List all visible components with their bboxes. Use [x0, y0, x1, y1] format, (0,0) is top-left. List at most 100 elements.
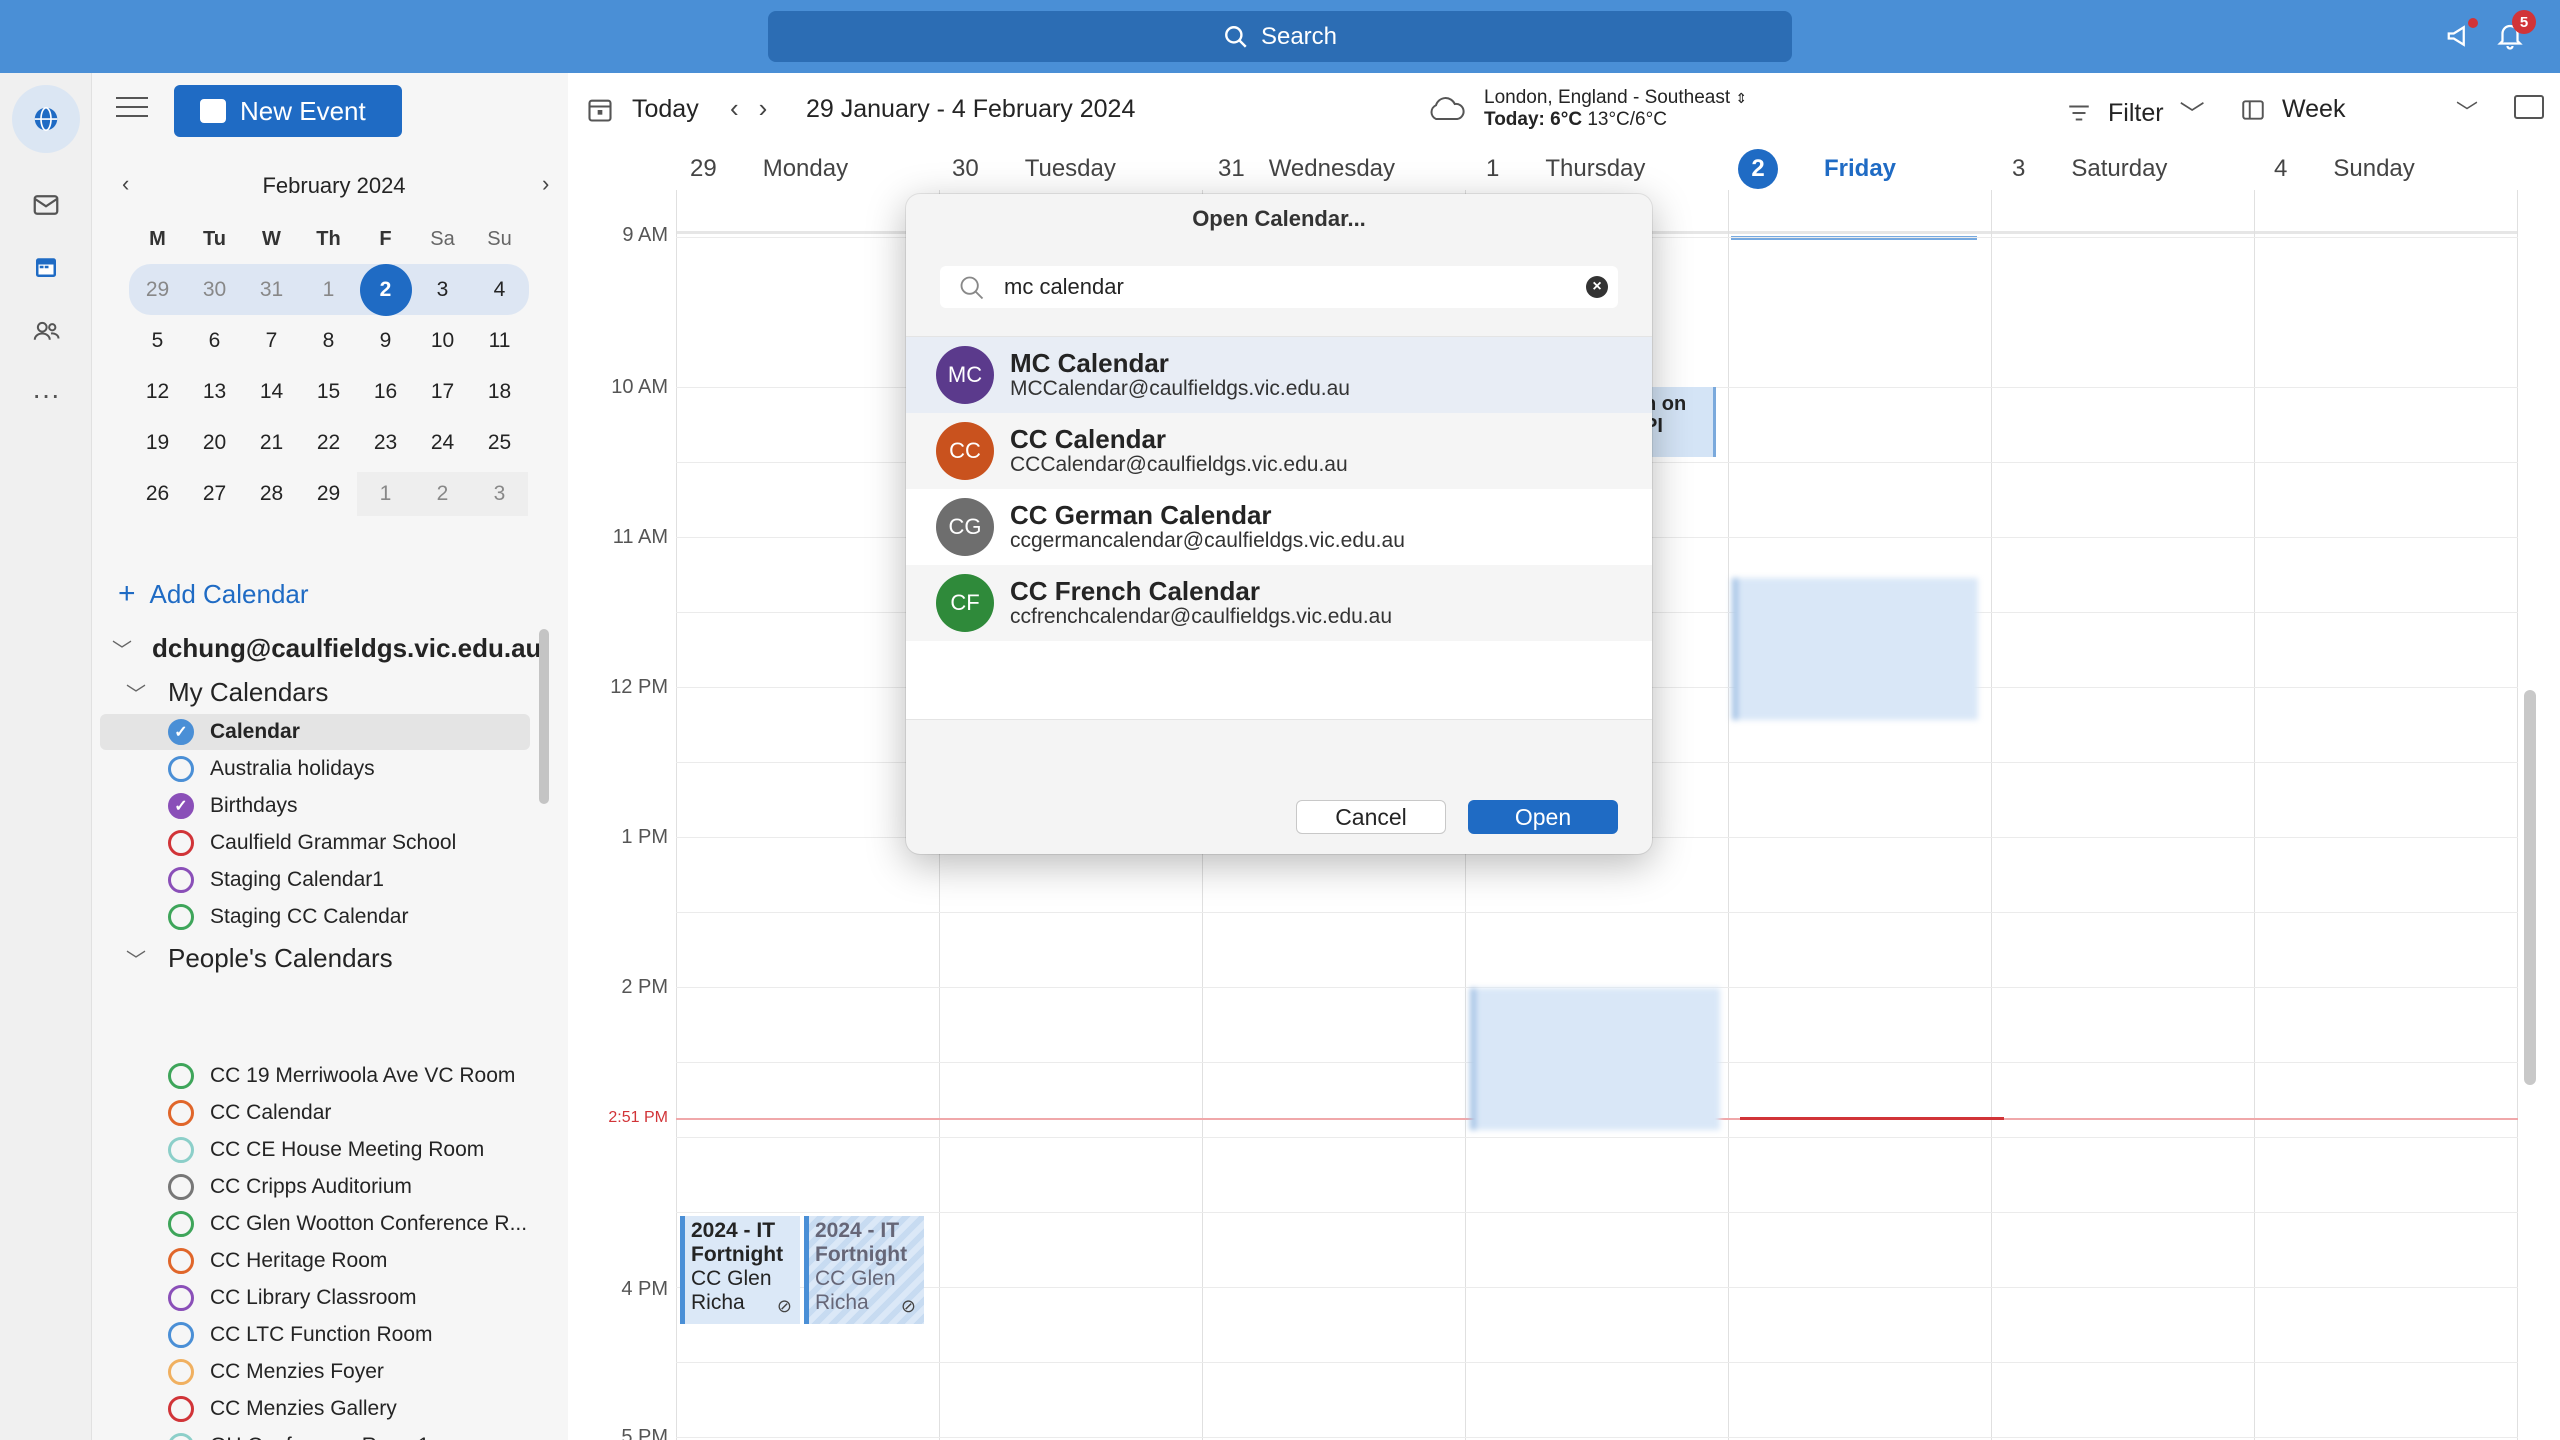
mini-day[interactable]: 21 [243, 421, 300, 465]
calendar-list-item[interactable]: ✓ Calendar [100, 714, 530, 750]
result-item[interactable]: MC MC Calendar MCCalendar@caulfieldgs.vic… [906, 337, 1652, 413]
mail-icon[interactable] [22, 181, 70, 229]
checked-circle-icon[interactable]: ✓ [168, 793, 194, 819]
mini-day[interactable]: 7 [243, 319, 300, 363]
mini-day[interactable]: 29 [300, 472, 357, 516]
today-button[interactable]: Today [586, 95, 699, 124]
globe-icon[interactable] [12, 85, 80, 153]
mini-day[interactable]: 2 [414, 471, 471, 516]
calendar-list-item[interactable]: CC Menzies Foyer [100, 1354, 530, 1390]
calendar-search-input[interactable]: mc calendar × [940, 266, 1618, 308]
circle-icon[interactable] [168, 1100, 194, 1126]
global-search-box[interactable]: Search [768, 11, 1792, 62]
mini-day[interactable]: 24 [414, 421, 471, 465]
circle-icon[interactable] [168, 1433, 194, 1440]
mini-day[interactable]: 9 [357, 319, 414, 363]
circle-icon[interactable] [168, 1285, 194, 1311]
checked-circle-icon[interactable]: ✓ [168, 719, 194, 745]
mini-day[interactable]: 18 [471, 370, 528, 414]
circle-icon[interactable] [168, 1137, 194, 1163]
circle-icon[interactable] [168, 1211, 194, 1237]
result-item[interactable]: CF CC French Calendar ccfrenchcalendar@ca… [906, 565, 1652, 641]
circle-icon[interactable] [168, 904, 194, 930]
mini-day[interactable]: 31 [243, 268, 300, 312]
day-header-tuesday[interactable]: 30 Tuesday [952, 148, 1116, 190]
my-calendars-group[interactable]: ﹀ My Calendars [126, 677, 328, 708]
grid-scrollbar[interactable] [2524, 690, 2536, 1085]
calendar-list-item[interactable]: Caulfield Grammar School [100, 825, 530, 861]
mini-day[interactable]: 10 [414, 319, 471, 363]
circle-icon[interactable] [168, 1174, 194, 1200]
clear-search-icon[interactable]: × [1586, 276, 1608, 298]
result-item[interactable]: CC CC Calendar CCCalendar@caulfieldgs.vic… [906, 413, 1652, 489]
peoples-calendars-group[interactable]: ﹀ People's Calendars [126, 943, 393, 974]
day-header-wednesday[interactable]: 31 Wednesday [1218, 148, 1395, 190]
mini-day[interactable]: 12 [129, 370, 186, 414]
mini-day[interactable]: 1 [300, 268, 357, 312]
mini-day[interactable]: 22 [300, 421, 357, 465]
calendar-list-item[interactable]: CC Heritage Room [100, 1243, 530, 1279]
circle-icon[interactable] [168, 1359, 194, 1385]
event-card[interactable]: 2024 - IT Fortnight CC Glen Richa ⊘ [804, 1216, 924, 1324]
day-header-friday[interactable]: 2 Friday [1738, 148, 1896, 190]
chevron-down-icon[interactable]: ﹀ [2456, 95, 2478, 127]
people-icon[interactable] [22, 307, 70, 355]
calendar-list-item[interactable]: Staging CC Calendar [100, 899, 530, 935]
cancel-button[interactable]: Cancel [1296, 800, 1446, 834]
announcement-icon[interactable] [2440, 16, 2480, 56]
mini-day[interactable]: 19 [129, 421, 186, 465]
open-button[interactable]: Open [1468, 800, 1618, 834]
more-apps-icon[interactable]: ··· [22, 371, 70, 419]
event-card-blurred[interactable] [1732, 578, 1978, 720]
mini-day[interactable]: 28 [243, 472, 300, 516]
circle-icon[interactable] [168, 830, 194, 856]
mini-day[interactable]: 16 [357, 370, 414, 414]
mini-day[interactable]: 14 [243, 370, 300, 414]
mini-day[interactable]: 13 [186, 370, 243, 414]
mini-day[interactable]: 4 [471, 268, 528, 312]
mini-day[interactable]: 6 [186, 319, 243, 363]
mini-day[interactable]: 23 [357, 421, 414, 465]
mini-day[interactable]: 3 [471, 471, 528, 516]
mini-day[interactable]: 27 [186, 472, 243, 516]
circle-icon[interactable] [168, 1322, 194, 1348]
mini-day[interactable]: 29 [129, 268, 186, 312]
account-header[interactable]: ﹀ dchung@caulfieldgs.vic.edu.au [112, 633, 541, 664]
calendar-list-item[interactable]: CC CE House Meeting Room [100, 1132, 530, 1168]
weather-widget[interactable]: London, England - Southeast ⇕ Today: 6°C… [1426, 87, 1747, 131]
previous-week-icon[interactable]: ‹ [730, 93, 739, 124]
filter-button[interactable]: Filter ﹀ [2066, 95, 2205, 131]
circle-icon[interactable] [168, 1396, 194, 1422]
day-header-monday[interactable]: 29 Monday [690, 148, 848, 190]
result-item[interactable]: CG CC German Calendar ccgermancalendar@ca… [906, 489, 1652, 565]
calendar-list-item[interactable]: GH Conference Room1 [100, 1428, 530, 1440]
new-event-button[interactable]: New Event [174, 85, 402, 137]
day-header-sunday[interactable]: 4 Sunday [2274, 148, 2415, 190]
calendar-list-item[interactable]: CC LTC Function Room [100, 1317, 530, 1353]
mini-day[interactable]: 5 [129, 319, 186, 363]
notification-bell-icon[interactable]: 5 [2490, 10, 2536, 56]
chevron-right-icon[interactable]: › [542, 171, 549, 197]
mini-day[interactable]: 30 [186, 268, 243, 312]
add-calendar-button[interactable]: + Add Calendar [118, 577, 309, 611]
event-card-blurred[interactable] [1470, 988, 1720, 1130]
calendar-list-item[interactable]: ✓ Birthdays [100, 788, 530, 824]
day-header-saturday[interactable]: 3 Saturday [2012, 148, 2167, 190]
calendar-list-item[interactable]: CC Glen Wootton Conference R... [100, 1206, 530, 1242]
mini-day[interactable]: 25 [471, 421, 528, 465]
calendar-list-item[interactable]: CC Cripps Auditorium [100, 1169, 530, 1205]
event-card[interactable]: 2024 - IT Fortnight CC Glen Richa ⊘ [680, 1216, 800, 1324]
circle-icon[interactable] [168, 756, 194, 782]
mini-day[interactable]: 1 [357, 471, 414, 516]
calendar-icon[interactable] [22, 243, 70, 291]
calendar-list-item[interactable]: Australia holidays [100, 751, 530, 787]
circle-icon[interactable] [168, 867, 194, 893]
calendar-list-item[interactable]: CC Menzies Gallery [100, 1391, 530, 1427]
calendar-list-item[interactable]: CC Library Classroom [100, 1280, 530, 1316]
next-week-icon[interactable]: › [759, 93, 768, 124]
mini-day[interactable]: 20 [186, 421, 243, 465]
calendar-list-item[interactable]: CC 19 Merriwoola Ave VC Room [100, 1058, 530, 1094]
day-header-thursday[interactable]: 1 Thursday [1486, 148, 1645, 190]
mini-day-today[interactable]: 2 [357, 263, 414, 316]
mini-day[interactable]: 3 [414, 268, 471, 312]
